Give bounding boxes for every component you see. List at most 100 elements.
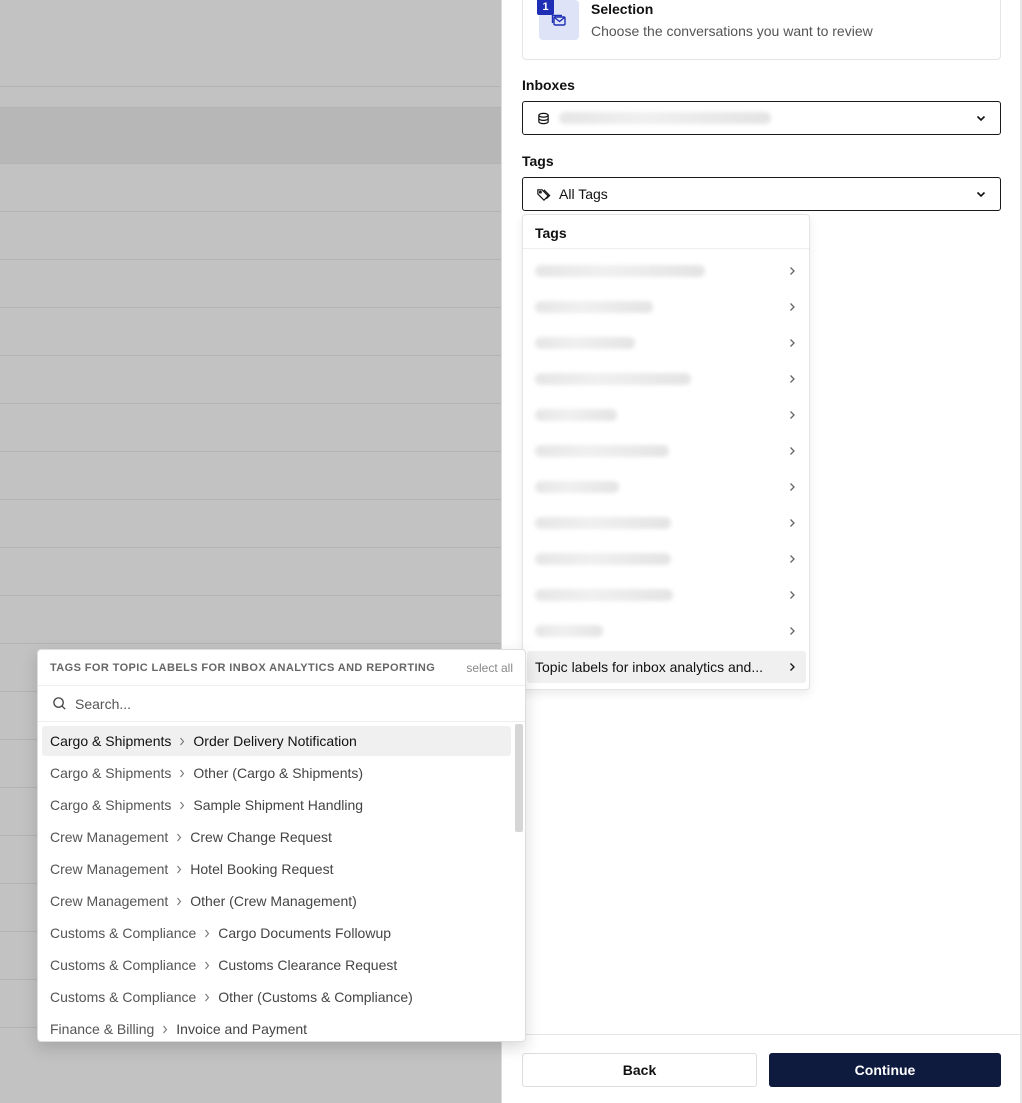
- tag-option-category: Crew Management: [50, 829, 169, 845]
- step-number-badge: 1: [537, 0, 554, 15]
- chevron-right-icon: [790, 663, 795, 671]
- inboxes-label: Inboxes: [522, 77, 575, 93]
- tags-label: Tags: [522, 153, 554, 169]
- tags-icon: [535, 186, 551, 202]
- chevron-right-icon: [790, 555, 795, 563]
- tag-option[interactable]: Crew Management Hotel Booking Request: [42, 854, 511, 884]
- tag-option[interactable]: Crew Management Crew Change Request: [42, 822, 511, 852]
- chevron-right-icon: [790, 267, 795, 275]
- tag-name-redacted: [535, 445, 669, 457]
- tag-option-label: Cargo Documents Followup: [218, 925, 392, 941]
- chevron-right-icon: [205, 961, 210, 969]
- tag-name-redacted: [535, 625, 603, 637]
- step-description: Choose the conversations you want to rev…: [591, 23, 873, 39]
- chevron-right-icon: [790, 339, 795, 347]
- select-all-link[interactable]: select all: [466, 661, 513, 675]
- background-row-divider: [0, 643, 501, 644]
- inboxes-select[interactable]: [522, 101, 1001, 135]
- tag-option[interactable]: Cargo & Shipments Order Delivery Notifica…: [42, 726, 511, 756]
- tags-menu-item[interactable]: [527, 399, 806, 431]
- search-input[interactable]: [75, 695, 475, 712]
- chevron-right-icon: [790, 519, 795, 527]
- tag-option-label: Hotel Booking Request: [190, 861, 334, 877]
- continue-button[interactable]: Continue: [769, 1053, 1001, 1087]
- background-row-divider: [0, 211, 501, 212]
- tags-select-value: All Tags: [559, 186, 608, 202]
- background-row-divider: [0, 259, 501, 260]
- tags-menu-item[interactable]: [527, 471, 806, 503]
- tags-menu-item[interactable]: [527, 615, 806, 647]
- chevron-right-icon: [177, 833, 182, 841]
- tags-menu-item[interactable]: [527, 435, 806, 467]
- tag-option-label: Crew Change Request: [190, 829, 332, 845]
- panel-footer: Back Continue: [502, 1034, 1021, 1103]
- tag-option[interactable]: Customs & Compliance Cargo Documents Foll…: [42, 918, 511, 948]
- tags-menu-item-topic-labels[interactable]: Topic labels for inbox analytics and...: [527, 651, 806, 683]
- chevron-right-icon: [163, 1025, 168, 1033]
- topic-labels-submenu: TAGS FOR TOPIC LABELS FOR INBOX ANALYTIC…: [37, 649, 526, 1042]
- tags-menu-item[interactable]: [527, 579, 806, 611]
- tag-option-label: Sample Shipment Handling: [193, 797, 364, 813]
- chevron-right-icon: [205, 993, 210, 1001]
- tag-option-category: Customs & Compliance: [50, 957, 197, 973]
- submenu-search-bar: [38, 686, 525, 722]
- tag-name-redacted: [535, 589, 673, 601]
- background-row-divider: [0, 403, 501, 404]
- chevron-right-icon: [790, 447, 795, 455]
- chevron-right-icon: [790, 303, 795, 311]
- tag-name-redacted: [535, 517, 671, 529]
- background-row-divider: [0, 595, 501, 596]
- tag-option[interactable]: Cargo & Shipments Other (Cargo & Shipment…: [42, 758, 511, 788]
- tag-option-category: Customs & Compliance: [50, 925, 197, 941]
- tag-name-redacted: [535, 265, 705, 277]
- chevron-down-icon: [976, 191, 986, 198]
- tags-menu-item[interactable]: [527, 255, 806, 287]
- tags-menu-item[interactable]: [527, 363, 806, 395]
- tag-option-category: Crew Management: [50, 861, 169, 877]
- background-row-divider: [0, 355, 501, 356]
- tags-menu-item[interactable]: [527, 543, 806, 575]
- tag-option[interactable]: Cargo & Shipments Sample Shipment Handlin…: [42, 790, 511, 820]
- tag-name-redacted: [535, 337, 635, 349]
- tag-name-redacted: [535, 409, 617, 421]
- database-icon: [535, 110, 551, 126]
- tag-option-category: Cargo & Shipments: [50, 765, 172, 781]
- chevron-right-icon: [180, 801, 185, 809]
- tag-option[interactable]: Customs & Compliance Customs Clearance Re…: [42, 950, 511, 980]
- chevron-right-icon: [180, 769, 185, 777]
- chevron-right-icon: [205, 929, 210, 937]
- background-row-divider: [0, 547, 501, 548]
- scrollbar[interactable]: [515, 724, 523, 832]
- inbox-value-redacted: [559, 112, 771, 124]
- back-button[interactable]: Back: [522, 1053, 757, 1087]
- mail-stack-icon: 1: [537, 0, 579, 40]
- tags-menu-item[interactable]: [527, 507, 806, 539]
- chevron-right-icon: [790, 375, 795, 383]
- tags-dropdown-menu: Tags Topic labels for inbox analytics an…: [522, 214, 810, 690]
- tag-option-category: Customs & Compliance: [50, 989, 197, 1005]
- tag-option[interactable]: Finance & Billing Invoice and Payment: [42, 1014, 511, 1041]
- step-card: 1 Selection Choose the conversations you…: [522, 0, 1001, 60]
- tag-option-label: Customs Clearance Request: [218, 957, 398, 973]
- tag-option-label: Other (Customs & Compliance): [218, 989, 413, 1005]
- background-row-divider: [0, 86, 501, 87]
- tag-option-category: Finance & Billing: [50, 1021, 155, 1037]
- chevron-right-icon: [790, 483, 795, 491]
- tag-name-redacted: [535, 553, 671, 565]
- background-row-divider: [0, 451, 501, 452]
- tags-menu-item[interactable]: [527, 291, 806, 323]
- tag-option-category: Cargo & Shipments: [50, 733, 172, 749]
- submenu-title: TAGS FOR TOPIC LABELS FOR INBOX ANALYTIC…: [50, 661, 436, 674]
- tags-menu-item[interactable]: [527, 327, 806, 359]
- tag-name-redacted: [535, 301, 653, 313]
- tags-menu-header: Tags: [523, 215, 809, 249]
- background-row-divider: [0, 107, 501, 108]
- tags-select[interactable]: All Tags: [522, 177, 1001, 211]
- step-title: Selection: [591, 1, 654, 17]
- search-icon: [53, 697, 66, 710]
- tag-option[interactable]: Customs & Compliance Other (Customs & Com…: [42, 982, 511, 1012]
- background-row-divider: [0, 163, 501, 164]
- background-row-highlight: [0, 107, 501, 163]
- tag-option[interactable]: Crew Management Other (Crew Management): [42, 886, 511, 916]
- tag-option-label: Invoice and Payment: [176, 1021, 308, 1037]
